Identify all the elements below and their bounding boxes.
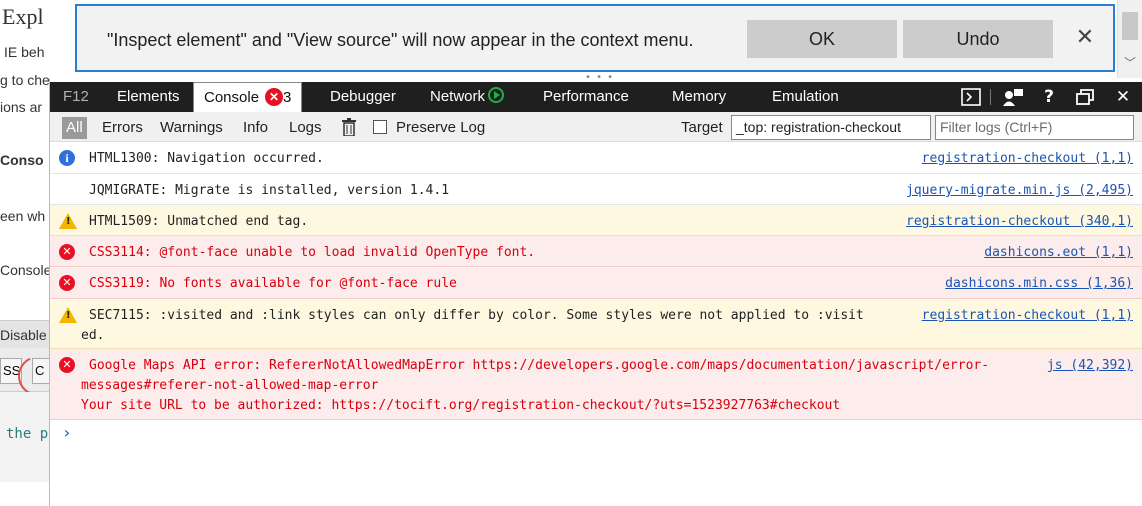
- filter-errors[interactable]: Errors: [102, 117, 143, 139]
- error-icon: ✕: [59, 275, 75, 291]
- message-text: Your site URL to be authorized: https://…: [81, 398, 841, 413]
- page-scrollbar[interactable]: ﹀: [1117, 0, 1142, 80]
- message-text: JQMIGRATE: Migrate is installed, version…: [89, 183, 450, 198]
- tab-emulation[interactable]: Emulation: [772, 82, 839, 112]
- tab-network[interactable]: Network: [430, 82, 505, 112]
- target-select[interactable]: _top: registration-checkout: [731, 115, 931, 140]
- console-message[interactable]: ! HTML1509: Unmatched end tag. registrat…: [50, 205, 1142, 236]
- page-heading: Conso: [0, 152, 44, 168]
- tab-console[interactable]: Console ✕ 3: [193, 82, 303, 112]
- filter-info[interactable]: Info: [243, 117, 268, 139]
- ok-button[interactable]: OK: [747, 20, 897, 58]
- tab-elements[interactable]: Elements: [117, 82, 180, 112]
- devtools-tabbar: F12 Elements Console ✕ 3 Debugger Network …: [50, 82, 1142, 112]
- tab-performance[interactable]: Performance: [543, 82, 629, 112]
- notification-bar: "Inspect element" and "View source" will…: [75, 4, 1115, 72]
- console-message[interactable]: JQMIGRATE: Migrate is installed, version…: [50, 174, 1142, 205]
- message-text: SEC7115: :visited and :link styles can o…: [89, 308, 864, 323]
- message-text: HTML1509: Unmatched end tag.: [89, 214, 309, 229]
- error-icon: ✕: [265, 88, 284, 106]
- message-source-link[interactable]: dashicons.min.css (1,36): [945, 276, 1133, 291]
- filter-warnings[interactable]: Warnings: [160, 117, 223, 139]
- console-message[interactable]: ✕ CSS3114: @font-face unable to load inv…: [50, 236, 1142, 267]
- error-icon: ✕: [59, 244, 75, 260]
- message-text: CSS3119: No fonts available for @font-fa…: [89, 276, 457, 291]
- message-source-link[interactable]: jquery-migrate.min.js (2,495): [906, 183, 1133, 198]
- message-text: messages#referer-not-allowed-map-error: [81, 378, 379, 393]
- feedback-icon[interactable]: [1000, 82, 1026, 112]
- error-count: 3: [283, 89, 292, 106]
- message-source-link[interactable]: registration-checkout (1,1): [921, 308, 1133, 323]
- preserve-log-label: Preserve Log: [396, 119, 486, 136]
- console-filter-bar: All Errors Warnings Info Logs Preserve L…: [50, 112, 1142, 142]
- console-input-line[interactable]: ›: [50, 420, 1142, 446]
- console-message[interactable]: ✕ CSS3119: No fonts available for @font-…: [50, 267, 1142, 299]
- notification-message: "Inspect element" and "View source" will…: [107, 30, 694, 50]
- tab-console-label: Console: [204, 89, 260, 106]
- filter-all[interactable]: All: [62, 117, 87, 139]
- filter-logs[interactable]: Logs: [289, 117, 322, 139]
- tab-debugger[interactable]: Debugger: [330, 82, 396, 112]
- tab-memory[interactable]: Memory: [672, 82, 726, 112]
- page-text-line: g to che: [0, 72, 50, 88]
- scroll-down-icon[interactable]: ﹀: [1124, 54, 1136, 71]
- page-text-line: Console: [0, 262, 52, 278]
- page-title: Expl: [2, 4, 44, 29]
- page-text-line: een wh: [0, 208, 46, 224]
- console-message[interactable]: ✕ Google Maps API error: RefererNotAllow…: [50, 349, 1142, 420]
- message-text: CSS3114: @font-face unable to load inval…: [89, 245, 536, 260]
- tab-f12: F12: [63, 88, 89, 105]
- page-text-line: ions ar: [0, 99, 43, 115]
- error-icon: ✕: [59, 357, 75, 373]
- console-prompt-icon[interactable]: [958, 82, 984, 112]
- target-label: Target: [681, 119, 723, 136]
- message-source-link[interactable]: js (42,392): [1046, 358, 1133, 373]
- help-icon[interactable]: ?: [1036, 82, 1062, 112]
- preserve-log-checkbox[interactable]: [373, 120, 387, 134]
- message-text: ed.: [81, 328, 105, 343]
- tab-network-label: Network: [430, 88, 486, 105]
- record-icon: [488, 87, 505, 103]
- warning-mark: !: [66, 216, 71, 227]
- scrollbar-thumb[interactable]: [1122, 12, 1138, 40]
- close-icon[interactable]: ✕: [1110, 82, 1136, 112]
- close-icon[interactable]: ✕: [1073, 26, 1097, 50]
- page-text-line: IE beh: [4, 44, 45, 60]
- message-text: HTML1300: Navigation occurred.: [89, 151, 324, 166]
- filter-logs-input[interactable]: Filter logs (Ctrl+F): [935, 115, 1134, 140]
- console-message[interactable]: ! SEC7115: :visited and :link styles can…: [50, 299, 1142, 349]
- trash-icon[interactable]: [342, 118, 356, 137]
- devtools-panel: • • • F12 Elements Console ✕ 3 Debugger Ne…: [49, 72, 1142, 506]
- message-source-link[interactable]: registration-checkout (340,1): [906, 214, 1133, 229]
- toolbar-separator: [990, 89, 991, 105]
- console-messages: i HTML1300: Navigation occurred. registr…: [50, 142, 1142, 446]
- message-source-link[interactable]: dashicons.eot (1,1): [984, 245, 1133, 260]
- warning-mark: !: [66, 310, 71, 321]
- message-text: Google Maps API error: RefererNotAllowed…: [89, 358, 990, 373]
- prompt-icon: ›: [62, 423, 72, 442]
- undock-icon[interactable]: [1072, 82, 1098, 112]
- console-message[interactable]: i HTML1300: Navigation occurred. registr…: [50, 142, 1142, 174]
- message-source-link[interactable]: registration-checkout (1,1): [922, 151, 1133, 166]
- undo-button[interactable]: Undo: [903, 20, 1053, 58]
- info-icon: i: [59, 150, 75, 166]
